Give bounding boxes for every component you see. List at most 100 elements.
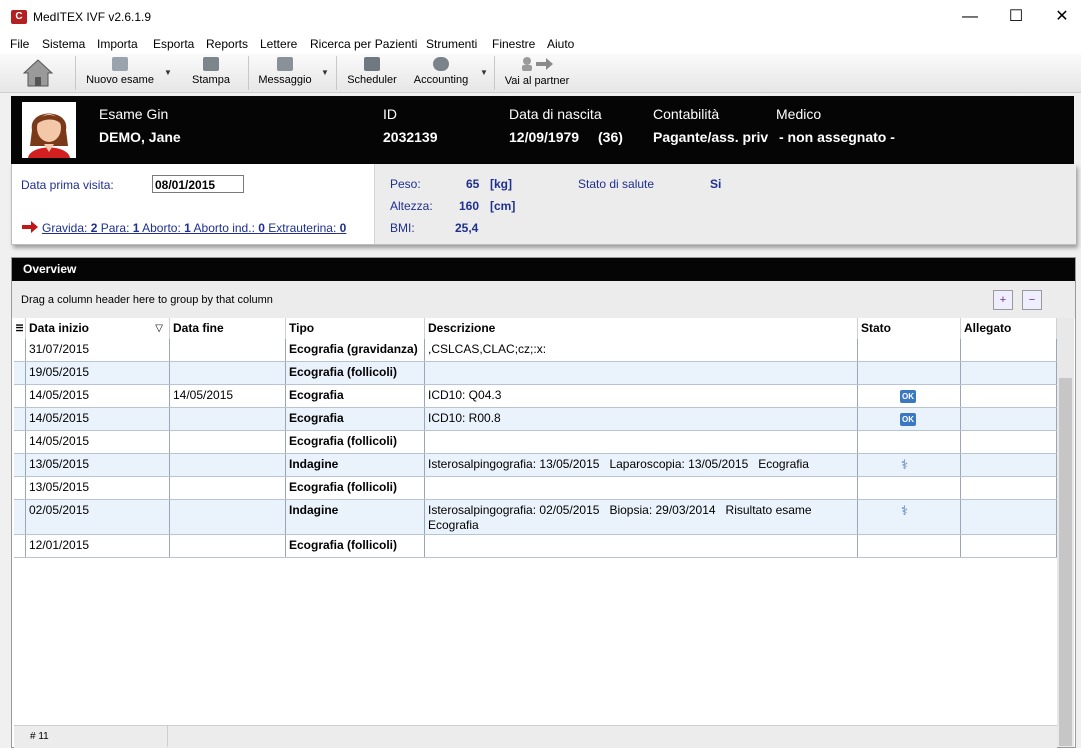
cell-descrizione[interactable]: Isterosalpingografia: 02/05/2015 Biopsia… — [425, 500, 858, 534]
cell-tipo[interactable]: Indagine — [286, 454, 425, 476]
cell-data-fine[interactable] — [170, 500, 286, 534]
menu-sistema[interactable]: Sistema — [42, 37, 85, 51]
cell-tipo[interactable]: Ecografia (follicoli) — [286, 535, 425, 557]
table-row[interactable]: 14/05/2015 14/05/2015 Ecografia ICD10: Q04.… — [14, 385, 1057, 408]
row-indicator[interactable] — [14, 385, 26, 407]
cell-stato[interactable] — [858, 362, 961, 384]
cell-allegato[interactable] — [961, 500, 1057, 534]
cell-data-inizio[interactable]: 12/01/2015 — [26, 535, 170, 557]
cell-data-inizio[interactable]: 13/05/2015 — [26, 477, 170, 499]
column-tipo[interactable]: Tipo — [286, 318, 425, 339]
table-row[interactable]: 31/07/2015 Ecografia (gravidanza) ,CSLCAS,… — [14, 339, 1057, 362]
message-button[interactable]: Messaggio — [256, 56, 314, 90]
cell-descrizione[interactable]: ,CSLCAS,CLAC;cz;:x: — [425, 339, 858, 361]
column-data-inizio[interactable]: Data inizio ▽ — [26, 318, 170, 339]
cell-data-inizio[interactable]: 31/07/2015 — [26, 339, 170, 361]
row-indicator[interactable] — [14, 454, 26, 476]
cell-allegato[interactable] — [961, 385, 1057, 407]
column-descrizione[interactable]: Descrizione — [425, 318, 858, 339]
cell-descrizione[interactable]: Isterosalpingografia: 13/05/2015 Laparos… — [425, 454, 858, 476]
cell-descrizione[interactable] — [425, 431, 858, 453]
cell-stato[interactable]: ⚕ — [858, 500, 961, 534]
table-row[interactable]: 12/01/2015 Ecografia (follicoli) — [14, 535, 1057, 558]
close-button[interactable]: ✕ — [1039, 4, 1081, 30]
row-indicator[interactable] — [14, 362, 26, 384]
cell-data-fine[interactable] — [170, 339, 286, 361]
cell-tipo[interactable]: Ecografia (follicoli) — [286, 477, 425, 499]
group-by-panel[interactable]: Drag a column header here to group by th… — [12, 281, 1075, 318]
cell-tipo[interactable]: Ecografia (gravidanza) — [286, 339, 425, 361]
collapse-all-button[interactable]: − — [1022, 290, 1042, 310]
cell-tipo[interactable]: Ecografia — [286, 408, 425, 430]
cell-stato[interactable] — [858, 477, 961, 499]
scrollbar-thumb[interactable] — [1059, 378, 1072, 746]
cell-descrizione[interactable] — [425, 362, 858, 384]
cell-descrizione[interactable]: ICD10: R00.8 — [425, 408, 858, 430]
cell-data-fine[interactable] — [170, 454, 286, 476]
cell-tipo[interactable]: Ecografia — [286, 385, 425, 407]
cell-stato[interactable] — [858, 535, 961, 557]
menu-lettere[interactable]: Lettere — [260, 37, 297, 51]
cell-stato[interactable]: OK — [858, 385, 961, 407]
cell-data-fine[interactable] — [170, 431, 286, 453]
cell-data-fine[interactable] — [170, 408, 286, 430]
column-stato[interactable]: Stato — [858, 318, 961, 339]
message-dropdown-icon[interactable]: ▼ — [321, 68, 329, 77]
new-exam-button[interactable]: Nuovo esame — [84, 56, 156, 90]
cell-descrizione[interactable] — [425, 535, 858, 557]
menu-finestre[interactable]: Finestre — [492, 37, 535, 51]
cell-data-fine[interactable] — [170, 362, 286, 384]
scheduler-button[interactable]: Scheduler — [344, 56, 400, 90]
cell-stato[interactable] — [858, 339, 961, 361]
menu-aiuto[interactable]: Aiuto — [547, 37, 574, 51]
table-row[interactable]: 13/05/2015 Indagine Isterosalpingografia: … — [14, 454, 1057, 477]
new-exam-dropdown-icon[interactable]: ▼ — [164, 68, 172, 77]
cell-data-inizio[interactable]: 14/05/2015 — [26, 408, 170, 430]
menu-file[interactable]: File — [10, 37, 29, 51]
cell-allegato[interactable] — [961, 431, 1057, 453]
cell-data-fine[interactable]: 14/05/2015 — [170, 385, 286, 407]
cell-data-fine[interactable] — [170, 535, 286, 557]
row-indicator[interactable] — [14, 408, 26, 430]
menu-ricerca-pazienti[interactable]: Ricerca per Pazienti — [310, 37, 417, 51]
menu-reports[interactable]: Reports — [206, 37, 248, 51]
cell-allegato[interactable] — [961, 339, 1057, 361]
column-chooser-icon[interactable]: ☰ — [14, 318, 26, 339]
print-button[interactable]: Stampa — [188, 56, 234, 90]
cell-allegato[interactable] — [961, 454, 1057, 476]
vertical-scrollbar[interactable] — [1057, 318, 1074, 747]
minimize-button[interactable]: — — [947, 4, 993, 30]
menu-esporta[interactable]: Esporta — [153, 37, 194, 51]
cell-stato[interactable]: ⚕ — [858, 454, 961, 476]
row-indicator[interactable] — [14, 339, 26, 361]
accounting-dropdown-icon[interactable]: ▼ — [480, 68, 488, 77]
cell-descrizione[interactable] — [425, 477, 858, 499]
table-row[interactable]: 14/05/2015 Ecografia ICD10: R00.8 OK — [14, 408, 1057, 431]
table-row[interactable]: 13/05/2015 Ecografia (follicoli) — [14, 477, 1057, 500]
go-to-partner-button[interactable]: Vai al partner — [502, 56, 572, 90]
accounting-button[interactable]: Accounting — [410, 56, 472, 90]
first-visit-field[interactable]: 08/01/2015 — [152, 175, 244, 193]
table-row[interactable]: 19/05/2015 Ecografia (follicoli) — [14, 362, 1057, 385]
obstetric-history-link[interactable]: Gravida: 2 Para: 1 Aborto: 1 Aborto ind.… — [42, 221, 346, 235]
row-indicator[interactable] — [14, 500, 26, 534]
home-button[interactable] — [20, 56, 56, 90]
row-indicator[interactable] — [14, 535, 26, 557]
row-indicator[interactable] — [14, 431, 26, 453]
cell-stato[interactable] — [858, 431, 961, 453]
cell-tipo[interactable]: Ecografia (follicoli) — [286, 431, 425, 453]
table-row[interactable]: 14/05/2015 Ecografia (follicoli) — [14, 431, 1057, 454]
cell-allegato[interactable] — [961, 362, 1057, 384]
cell-data-inizio[interactable]: 14/05/2015 — [26, 431, 170, 453]
cell-stato[interactable]: OK — [858, 408, 961, 430]
cell-data-inizio[interactable]: 14/05/2015 — [26, 385, 170, 407]
cell-tipo[interactable]: Indagine — [286, 500, 425, 534]
cell-allegato[interactable] — [961, 535, 1057, 557]
menu-importa[interactable]: Importa — [97, 37, 138, 51]
cell-data-inizio[interactable]: 02/05/2015 — [26, 500, 170, 534]
cell-data-fine[interactable] — [170, 477, 286, 499]
cell-allegato[interactable] — [961, 477, 1057, 499]
cell-descrizione[interactable]: ICD10: Q04.3 — [425, 385, 858, 407]
cell-allegato[interactable] — [961, 408, 1057, 430]
maximize-button[interactable]: ☐ — [993, 4, 1039, 30]
